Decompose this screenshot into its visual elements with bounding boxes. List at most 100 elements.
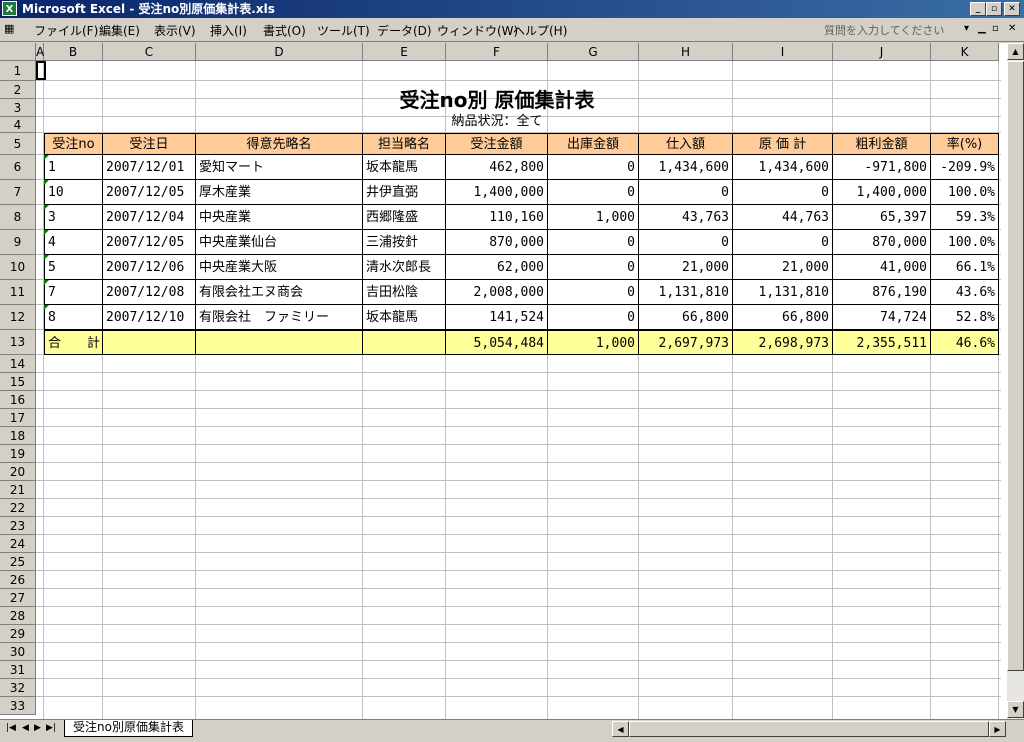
total-cell[interactable] [196,330,363,355]
table-cell[interactable]: 2007/12/05 [103,230,196,255]
table-cell[interactable]: 41,000 [833,255,931,280]
table-cell[interactable]: 21,000 [733,255,833,280]
row-header-30[interactable]: 30 [0,643,36,661]
column-header-e[interactable]: E [363,43,446,61]
header-cell[interactable]: 原 価 計 [733,133,833,155]
total-cell[interactable]: 46.6% [931,330,999,355]
column-header-c[interactable]: C [103,43,196,61]
row-header-20[interactable]: 20 [0,463,36,481]
next-sheet-icon[interactable]: ▶ [34,723,41,733]
table-cell[interactable]: -209.9% [931,155,999,180]
column-header-k[interactable]: K [931,43,999,61]
column-header-d[interactable]: D [196,43,363,61]
active-cell-a1[interactable] [36,61,46,80]
header-cell[interactable]: 受注金額 [446,133,548,155]
scroll-up-icon[interactable]: ▲ [1007,43,1024,60]
minimize-button[interactable]: _ [970,2,986,16]
header-cell[interactable]: 担当略名 [363,133,446,155]
table-cell[interactable]: 2007/12/06 [103,255,196,280]
table-cell[interactable]: 井伊直弼 [363,180,446,205]
row-header-21[interactable]: 21 [0,481,36,499]
table-cell[interactable]: 4 [44,230,103,255]
row-header-32[interactable]: 32 [0,679,36,697]
doc-menu-icon[interactable]: ▦ [4,22,14,35]
table-cell[interactable]: 1,434,600 [639,155,733,180]
row-header-24[interactable]: 24 [0,535,36,553]
row-header-13[interactable]: 13 [0,330,36,355]
table-cell[interactable]: 有限会社エヌ商会 [196,280,363,305]
table-cell[interactable]: 876,190 [833,280,931,305]
row-header-8[interactable]: 8 [0,205,36,230]
menu-format[interactable]: 書式(O) [263,22,306,39]
table-cell[interactable]: 2007/12/04 [103,205,196,230]
row-header-29[interactable]: 29 [0,625,36,643]
menu-data[interactable]: データ(D) [377,22,432,39]
doc-restore-button[interactable]: ▫ [992,23,999,34]
table-cell[interactable]: 3 [44,205,103,230]
menu-view[interactable]: 表示(V) [154,22,196,39]
row-header-15[interactable]: 15 [0,373,36,391]
header-cell[interactable]: 粗利金額 [833,133,931,155]
table-cell[interactable]: 有限会社 ファミリー [196,305,363,330]
table-cell[interactable]: 100.0% [931,180,999,205]
table-cell[interactable]: 0 [639,180,733,205]
header-cell[interactable]: 出庫金額 [548,133,639,155]
column-header-f[interactable]: F [446,43,548,61]
table-cell[interactable]: 2007/12/10 [103,305,196,330]
table-cell[interactable]: 1,131,810 [733,280,833,305]
row-header-18[interactable]: 18 [0,427,36,445]
row-header-23[interactable]: 23 [0,517,36,535]
table-cell[interactable]: 1,000 [548,205,639,230]
table-cell[interactable]: 462,800 [446,155,548,180]
table-cell[interactable]: 0 [733,180,833,205]
table-cell[interactable]: 43,763 [639,205,733,230]
header-cell[interactable]: 受注no [44,133,103,155]
row-header-25[interactable]: 25 [0,553,36,571]
row-header-16[interactable]: 16 [0,391,36,409]
table-cell[interactable]: 43.6% [931,280,999,305]
prev-sheet-icon[interactable]: ◀ [22,723,29,733]
scroll-right-icon[interactable]: ▶ [989,721,1006,737]
row-header-11[interactable]: 11 [0,280,36,305]
doc-minimize-button[interactable]: ▁ [978,23,986,34]
scroll-down-icon[interactable]: ▼ [1007,701,1024,718]
menu-tools[interactable]: ツール(T) [317,22,370,39]
menu-edit[interactable]: 編集(E) [99,22,140,39]
total-cell[interactable]: 2,355,511 [833,330,931,355]
row-header-2[interactable]: 2 [0,81,36,99]
table-cell[interactable]: 141,524 [446,305,548,330]
table-cell[interactable]: 21,000 [639,255,733,280]
horizontal-scroll-thumb[interactable] [629,721,989,737]
table-cell[interactable]: 2007/12/05 [103,180,196,205]
table-cell[interactable]: 吉田松陰 [363,280,446,305]
table-cell[interactable]: 5 [44,255,103,280]
table-cell[interactable]: 0 [548,180,639,205]
table-cell[interactable]: 0 [548,280,639,305]
row-header-5[interactable]: 5 [0,133,36,155]
table-cell[interactable]: 52.8% [931,305,999,330]
table-cell[interactable]: 59.3% [931,205,999,230]
row-header-22[interactable]: 22 [0,499,36,517]
total-cell[interactable]: 合 計 [44,330,103,355]
table-cell[interactable]: 0 [548,230,639,255]
table-cell[interactable]: 65,397 [833,205,931,230]
table-cell[interactable]: 66.1% [931,255,999,280]
header-cell[interactable]: 仕入額 [639,133,733,155]
table-cell[interactable]: 8 [44,305,103,330]
row-header-9[interactable]: 9 [0,230,36,255]
scroll-left-icon[interactable]: ◀ [612,721,629,737]
row-header-6[interactable]: 6 [0,155,36,180]
column-header-h[interactable]: H [639,43,733,61]
table-cell[interactable]: 1,434,600 [733,155,833,180]
column-header-j[interactable]: J [833,43,931,61]
first-sheet-icon[interactable]: |◀ [6,723,16,733]
table-cell[interactable]: 1 [44,155,103,180]
total-cell[interactable]: 2,697,973 [639,330,733,355]
table-cell[interactable]: 1,400,000 [833,180,931,205]
column-header-a[interactable]: A [36,43,44,61]
menu-window[interactable]: ウィンドウ(W) [437,22,518,39]
table-cell[interactable]: 66,800 [733,305,833,330]
header-cell[interactable]: 得意先略名 [196,133,363,155]
total-cell[interactable]: 1,000 [548,330,639,355]
row-header-26[interactable]: 26 [0,571,36,589]
